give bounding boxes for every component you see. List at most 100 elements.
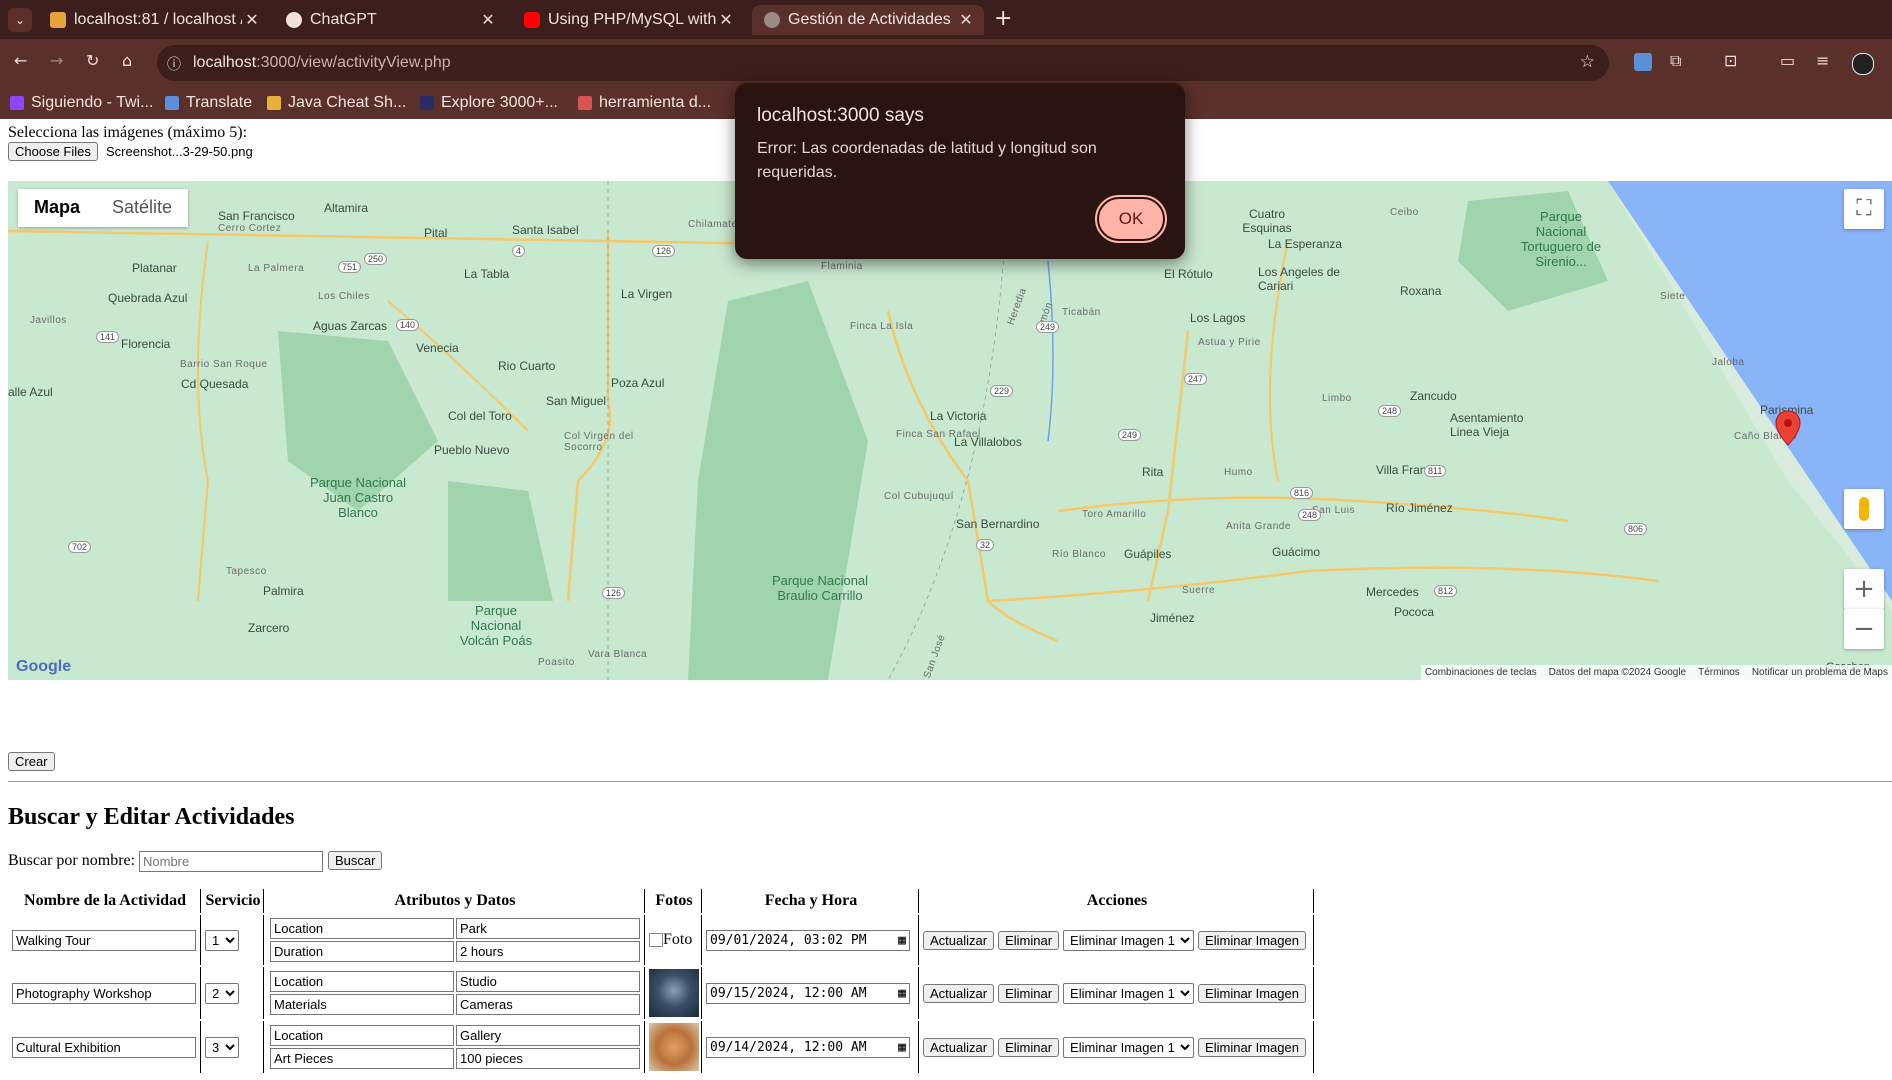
delete-image-select[interactable]: Eliminar Imagen 1	[1063, 929, 1195, 951]
map-place: Poasito	[538, 657, 575, 668]
calendar-icon[interactable]: ▦	[898, 933, 906, 948]
attribute-value-input[interactable]	[456, 971, 640, 992]
tab-gestion-actividades[interactable]: Gestión de Actividades ✕	[752, 5, 984, 35]
datetime-input[interactable]: 09/14/2024, 12:00 AM ▦	[706, 1036, 910, 1058]
activity-name-input[interactable]	[12, 929, 196, 951]
close-icon[interactable]: ✕	[242, 10, 262, 30]
translate-icon[interactable]	[1634, 53, 1652, 71]
tab-search-button[interactable]: ⌄	[8, 8, 32, 32]
attribute-value-input[interactable]	[456, 1025, 640, 1046]
dialog-title: localhost:3000 says	[757, 105, 924, 126]
street-view-pegman-icon[interactable]	[1844, 489, 1884, 529]
close-icon[interactable]: ✕	[956, 10, 976, 30]
keyboard-shortcuts-link[interactable]: Combinaciones de teclas	[1425, 667, 1537, 678]
attribute-value-input[interactable]	[456, 941, 640, 962]
delete-button[interactable]: Eliminar	[998, 1037, 1060, 1057]
calendar-icon[interactable]: ▦	[898, 986, 906, 1001]
update-button[interactable]: Actualizar	[923, 930, 995, 950]
delete-image-select[interactable]: Eliminar Imagen 1	[1063, 982, 1195, 1004]
terms-link[interactable]: Términos	[1698, 667, 1740, 678]
attribute-value-input[interactable]	[456, 1048, 640, 1069]
attribute-key-input[interactable]	[270, 1048, 454, 1069]
map-place: La Victoria	[930, 409, 987, 423]
fullscreen-icon[interactable]: ⛶	[1844, 189, 1884, 229]
attribute-key-input[interactable]	[270, 941, 454, 962]
location-pin-icon[interactable]	[1774, 409, 1802, 447]
bookmark-translate[interactable]: Translate	[165, 91, 252, 115]
bookmark-herramienta[interactable]: herramienta d...	[578, 91, 711, 115]
delete-button[interactable]: Eliminar	[998, 983, 1060, 1003]
bookmark-java[interactable]: Java Cheat Sh...	[267, 91, 406, 115]
url-text: localhost:3000/view/activityView.php	[193, 54, 451, 72]
delete-button[interactable]: Eliminar	[998, 930, 1060, 950]
images-label: Selecciona las imágenes (máximo 5):	[8, 124, 248, 141]
service-select[interactable]: 3	[205, 1036, 239, 1058]
forward-icon[interactable]: →	[50, 51, 63, 70]
dialog-ok-button[interactable]: OK	[1095, 195, 1167, 243]
zoom-in-button[interactable]: +	[1844, 569, 1884, 609]
attribute-value-input[interactable]	[456, 918, 640, 939]
address-bar[interactable]: ⓘ localhost:3000/view/activityView.php ☆	[157, 45, 1609, 81]
header-actions: Acciones	[921, 889, 1314, 913]
map-place: Siete	[1660, 291, 1686, 302]
tab-youtube[interactable]: Using PHP/MySQL with G ✕	[512, 5, 744, 35]
new-tab-button[interactable]: +	[994, 6, 1012, 31]
route-shield: 248	[1298, 509, 1322, 521]
bookmark-twitch[interactable]: Siguiendo - Twi...	[10, 91, 153, 115]
tab-chatgpt[interactable]: ChatGPT ✕	[274, 5, 506, 35]
attribute-key-input[interactable]	[270, 918, 454, 939]
close-icon[interactable]: ✕	[716, 10, 736, 30]
delete-image-button[interactable]: Eliminar Imagen	[1198, 983, 1306, 1003]
activity-name-cell	[10, 915, 201, 965]
search-input[interactable]	[139, 851, 323, 872]
service-select[interactable]: 1	[205, 929, 239, 951]
datetime-input[interactable]: 09/01/2024, 03:02 PM ▦	[706, 929, 910, 951]
browser-toolbar: ← → ↻ ⌂ ⓘ localhost:3000/view/activityVi…	[0, 39, 1892, 87]
bookmark-star-icon[interactable]: ☆	[1580, 52, 1595, 72]
profile-avatar[interactable]	[1852, 53, 1874, 75]
attribute-key-input[interactable]	[270, 994, 454, 1015]
screenshot-icon[interactable]: ⊡	[1724, 51, 1737, 70]
close-icon[interactable]: ✕	[478, 10, 498, 30]
route-shield: 812	[1434, 585, 1458, 597]
tab-phpmyadmin[interactable]: localhost:81 / localhost / ✕	[38, 5, 270, 35]
zoom-out-button[interactable]: −	[1844, 609, 1884, 649]
activity-name-input[interactable]	[12, 982, 196, 1004]
datetime-input[interactable]: 09/15/2024, 12:00 AM ▦	[706, 982, 910, 1004]
update-button[interactable]: Actualizar	[923, 983, 995, 1003]
delete-image-select[interactable]: Eliminar Imagen 1	[1063, 1036, 1195, 1058]
update-button[interactable]: Actualizar	[923, 1037, 995, 1057]
media-icon[interactable]: ≡	[1816, 51, 1829, 70]
choose-files-button[interactable]: Choose Files	[8, 142, 98, 161]
attribute-value-input[interactable]	[456, 994, 640, 1015]
table-header-row: Nombre de la Actividad Servicio Atributo…	[10, 889, 1314, 913]
create-button[interactable]: Crear	[8, 752, 55, 771]
broken-image-icon	[649, 933, 663, 948]
extensions-icon[interactable]: ⧉	[1670, 51, 1681, 71]
map-place: Rio Cuarto	[498, 359, 556, 373]
site-info-icon[interactable]: ⓘ	[167, 54, 181, 74]
map-type-map-button[interactable]: Mapa	[18, 189, 96, 227]
attribute-key-input[interactable]	[270, 1025, 454, 1046]
home-icon[interactable]: ⌂	[122, 51, 132, 70]
bookmark-label: Translate	[186, 94, 253, 111]
calendar-icon[interactable]: ▦	[898, 1040, 906, 1055]
cast-icon[interactable]: ▭	[1780, 51, 1795, 70]
activity-name-input[interactable]	[12, 1036, 196, 1058]
route-shield: 4	[512, 245, 526, 257]
report-problem-link[interactable]: Notificar un problema de Maps	[1752, 667, 1888, 678]
search-button[interactable]: Buscar	[328, 851, 383, 870]
service-select[interactable]: 2	[205, 982, 239, 1004]
map-place: Col del Toro	[448, 409, 512, 423]
reload-icon[interactable]: ↻	[86, 51, 99, 70]
map-data-text: Datos del mapa ©2024 Google	[1548, 667, 1687, 678]
map-place: Venecia	[416, 341, 459, 355]
attribute-key-input[interactable]	[270, 971, 454, 992]
bookmark-explore[interactable]: Explore 3000+...	[420, 91, 558, 115]
delete-image-button[interactable]: Eliminar Imagen	[1198, 930, 1306, 950]
map-type-satellite-button[interactable]: Satélite	[96, 189, 188, 227]
datetime-value: 09/15/2024, 12:00 AM	[710, 985, 867, 1001]
back-icon[interactable]: ←	[14, 51, 27, 70]
delete-image-button[interactable]: Eliminar Imagen	[1198, 1037, 1306, 1057]
route-shield: 702	[68, 541, 92, 553]
